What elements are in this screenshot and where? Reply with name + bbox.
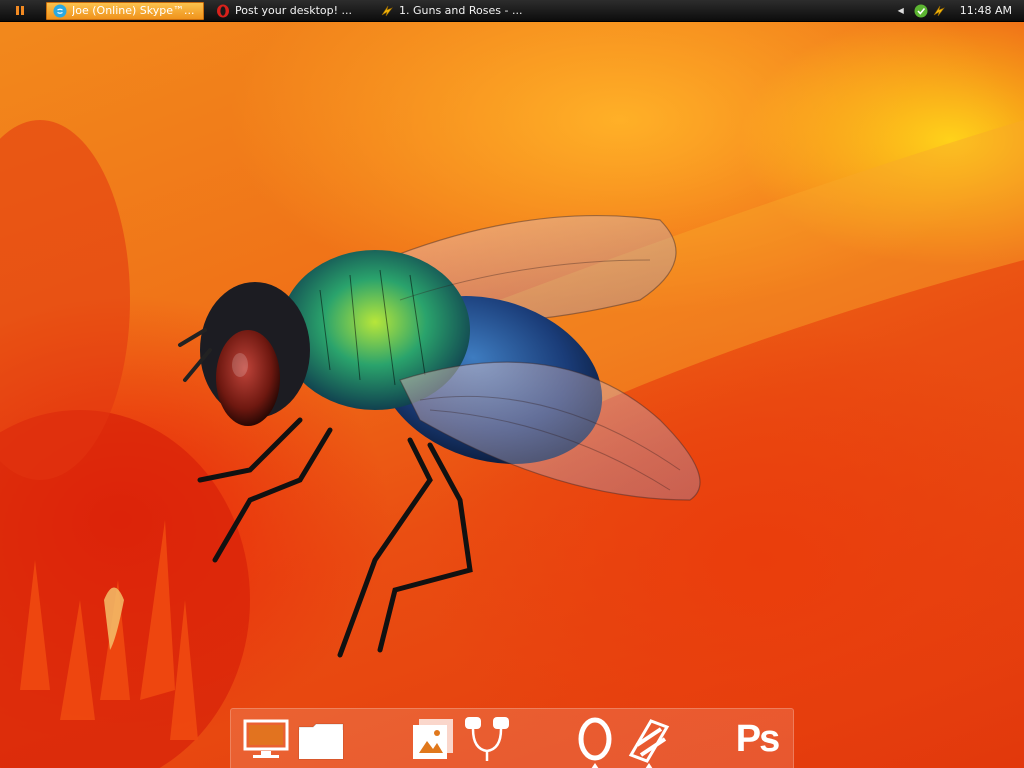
dock-item-folder[interactable] xyxy=(295,715,347,763)
photos-icon xyxy=(413,719,453,759)
dock-item-opera[interactable] xyxy=(569,715,621,768)
winamp-icon xyxy=(381,5,393,16)
dock-item-photos[interactable] xyxy=(407,715,459,763)
monitor-icon xyxy=(243,719,289,758)
opera-icon xyxy=(217,4,229,17)
taskbar: Joe (Online) Skype™... Post your desktop… xyxy=(0,0,1024,22)
start-menu-button[interactable] xyxy=(0,0,40,22)
task-skype[interactable]: Joe (Online) Skype™... xyxy=(46,1,204,20)
task-label: Joe (Online) Skype™... xyxy=(72,4,195,17)
opera-icon xyxy=(578,717,612,761)
dock: Ps xyxy=(230,708,794,768)
clock[interactable]: 11:48 AM xyxy=(960,4,1012,17)
tray-expand-icon[interactable]: ◀ xyxy=(898,6,904,15)
folder-icon xyxy=(298,723,344,760)
running-indicator xyxy=(591,763,599,768)
dock-item-winamp[interactable] xyxy=(623,715,675,768)
wallpaper-fly-macro xyxy=(0,120,1024,768)
task-winamp[interactable]: 1. Guns and Roses - ... xyxy=(374,2,532,20)
task-label: Post your desktop! ... xyxy=(235,4,353,17)
task-opera[interactable]: Post your desktop! ... xyxy=(210,2,368,20)
desktop-wallpaper xyxy=(0,0,1024,768)
system-tray: ◀ 11:48 AM xyxy=(898,4,1024,18)
winamp-icon xyxy=(628,719,670,763)
task-label: 1. Guns and Roses - ... xyxy=(399,4,523,17)
running-indicator xyxy=(645,763,653,768)
photoshop-icon: Ps xyxy=(735,718,780,760)
headphones-icon xyxy=(465,717,509,761)
skype-icon xyxy=(53,4,67,17)
dock-item-photoshop[interactable]: Ps xyxy=(731,715,783,763)
winamp-tray-icon[interactable] xyxy=(932,4,946,18)
dock-item-monitor[interactable] xyxy=(241,715,293,763)
security-shield-icon[interactable] xyxy=(914,4,928,18)
dock-item-headphones[interactable] xyxy=(461,715,513,763)
